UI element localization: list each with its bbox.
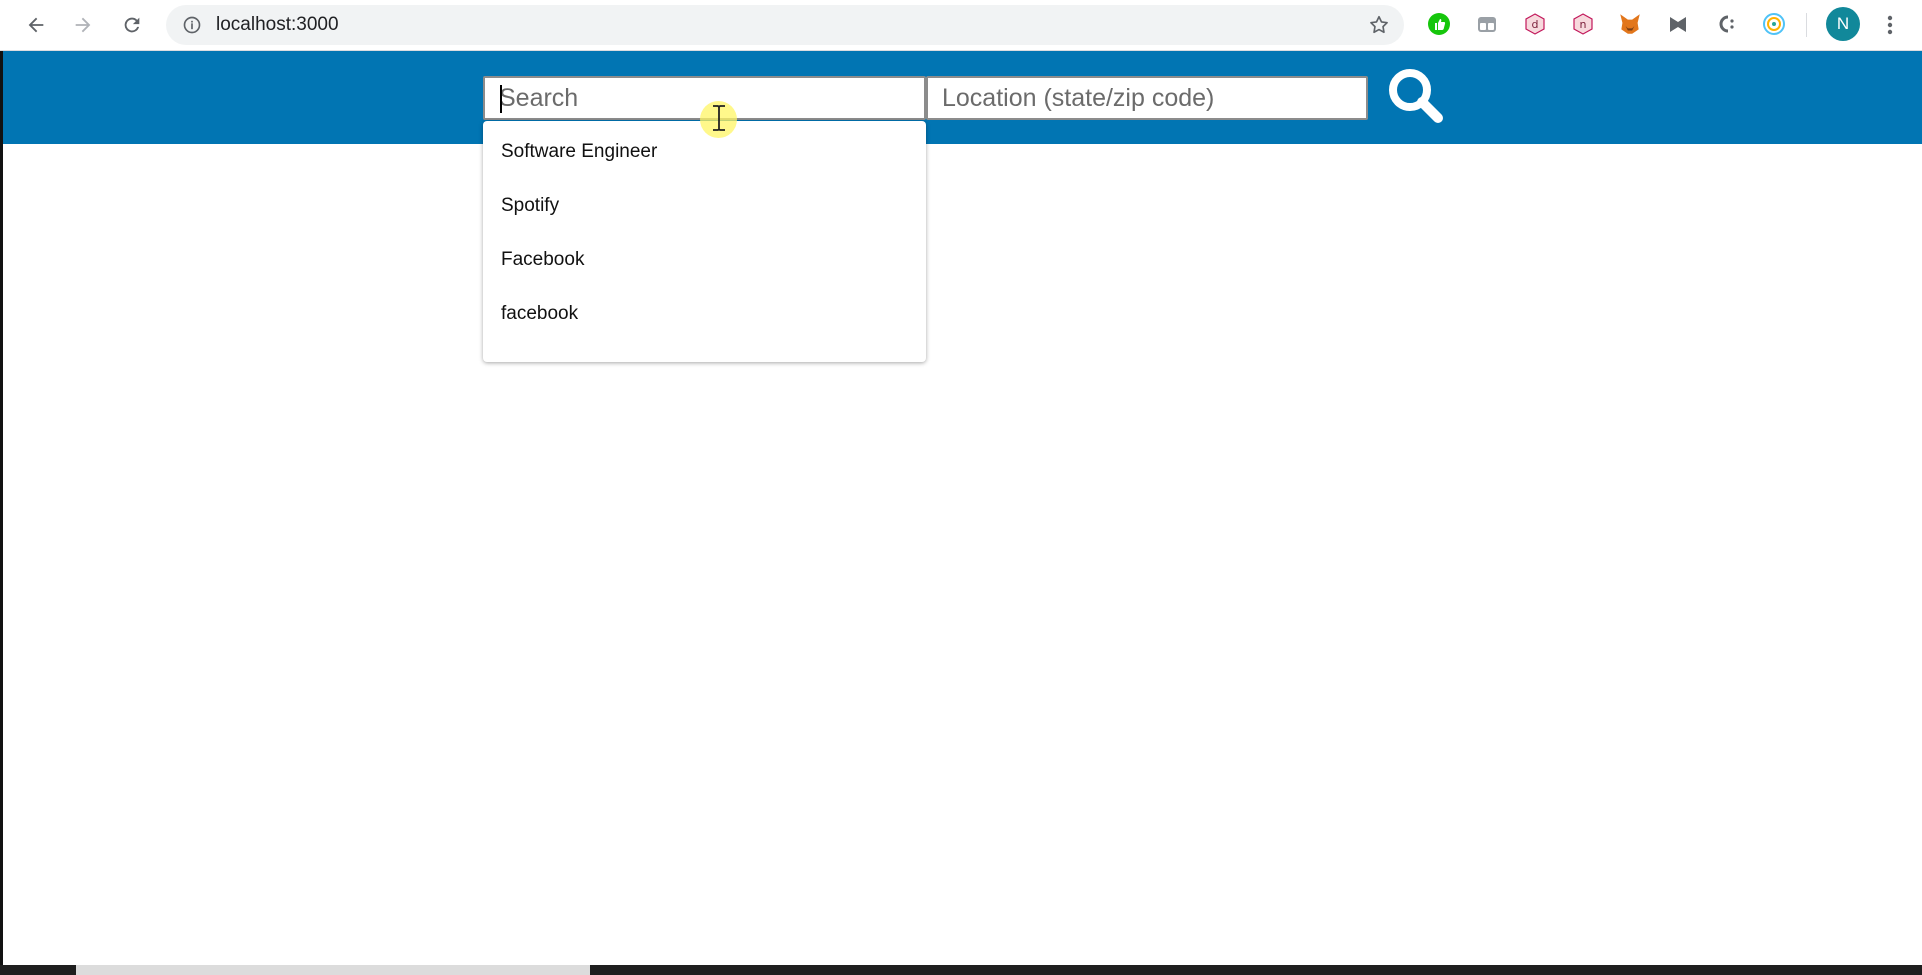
browser-menu-button[interactable] [1880, 10, 1900, 40]
suggestion-item[interactable]: facebook [483, 299, 926, 353]
svg-text:n: n [1580, 18, 1587, 31]
back-arrow-icon [28, 17, 44, 33]
tabs-icon[interactable] [1474, 11, 1500, 37]
url-text: localhost:3000 [216, 14, 339, 35]
text-caret [500, 85, 502, 113]
forward-arrow-icon [75, 17, 91, 33]
window-edge [0, 51, 3, 965]
n-hex-icon[interactable]: n [1570, 11, 1596, 37]
scrollbar-thumb[interactable] [76, 965, 590, 975]
bottom-bar [0, 965, 1922, 975]
suggestion-item[interactable]: Spotify [483, 191, 926, 245]
autocomplete-dropdown: Software Engineer Spotify Facebook faceb… [483, 121, 926, 362]
metamask-fox-icon[interactable] [1617, 11, 1643, 37]
reload-icon [124, 17, 140, 33]
kebab-menu-icon [1887, 15, 1893, 35]
forward-button[interactable] [65, 8, 101, 42]
svg-text:d: d [1532, 18, 1539, 31]
site-info-icon[interactable] [182, 15, 202, 40]
radar-icon[interactable] [1761, 11, 1787, 37]
c-dots-icon[interactable] [1713, 11, 1739, 37]
suggestion-item[interactable]: Facebook [483, 245, 926, 299]
bookmark-star-icon[interactable] [1368, 14, 1390, 41]
browser-toolbar: localhost:3000 d n N [0, 0, 1922, 51]
back-button[interactable] [18, 8, 54, 42]
reload-button[interactable] [114, 8, 150, 42]
bookmark-flag-icon[interactable] [1665, 11, 1691, 37]
d-hex-icon[interactable]: d [1522, 11, 1548, 37]
location-input[interactable] [926, 76, 1368, 120]
green-thumb-icon[interactable] [1426, 11, 1452, 37]
address-bar[interactable]: localhost:3000 [166, 5, 1404, 45]
profile-avatar[interactable]: N [1826, 7, 1860, 41]
toolbar-divider [1806, 13, 1807, 37]
suggestion-item[interactable]: Software Engineer [483, 137, 926, 191]
search-button[interactable] [1384, 64, 1446, 126]
ibeam-cursor-icon [713, 105, 725, 131]
magnifier-icon [1389, 69, 1443, 123]
